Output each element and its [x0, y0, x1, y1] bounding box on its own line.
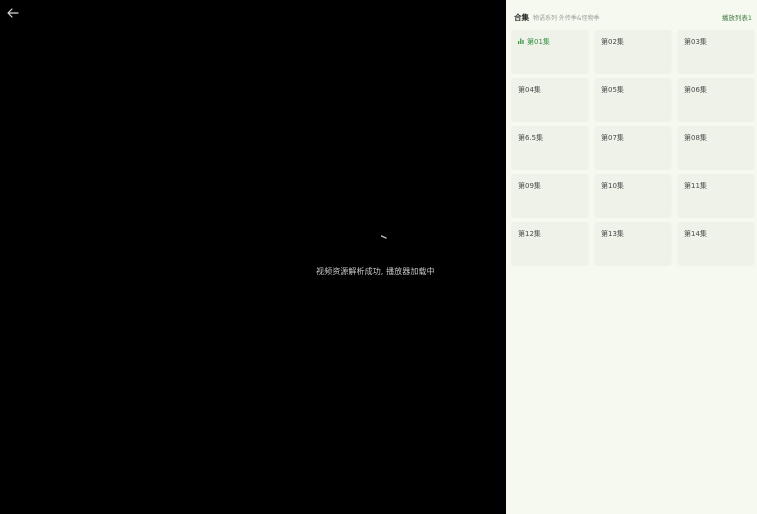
episode-item[interactable]: 第01集 [512, 30, 588, 72]
app-root: 视频资源解析成功, 播放器加载中 合集 物语系列 外传季&怪物季 播放列表1 第… [0, 0, 757, 514]
episode-label: 第05集 [601, 86, 624, 94]
episode-item[interactable]: 第10集 [595, 174, 671, 216]
arrow-left-icon [7, 8, 19, 18]
episode-item[interactable]: 第07集 [595, 126, 671, 168]
episode-label: 第06集 [684, 86, 707, 94]
episode-item[interactable]: 第03集 [678, 30, 754, 72]
episode-grid: 第01集 第02集 第03集第04集 第05集 第06集第6.5集 第07集 第08集第09… [512, 30, 754, 264]
episode-item[interactable]: 第05集 [595, 78, 671, 120]
video-player[interactable]: 视频资源解析成功, 播放器加载中 [0, 0, 506, 514]
panel-header: 合集 物语系列 外传季&怪物季 播放列表1 [514, 12, 752, 23]
back-button[interactable] [5, 5, 21, 21]
episode-item[interactable]: 第13集 [595, 222, 671, 264]
playlist-link[interactable]: 播放列表1 [722, 12, 752, 22]
episode-item[interactable]: 第04集 [512, 78, 588, 120]
playing-bars-icon [518, 38, 524, 44]
episode-label: 第04集 [518, 86, 541, 94]
episode-item[interactable]: 第11集 [678, 174, 754, 216]
panel-subtitle: 物语系列 外传季&怪物季 [533, 14, 600, 22]
episode-item[interactable]: 第6.5集 [512, 126, 588, 168]
loading-status-text: 视频资源解析成功, 播放器加载中 [316, 267, 435, 276]
episode-label: 第08集 [684, 134, 707, 142]
episode-label: 第09集 [518, 182, 541, 190]
episode-label: 第10集 [601, 182, 624, 190]
episode-item[interactable]: 第06集 [678, 78, 754, 120]
episode-label: 第07集 [601, 134, 624, 142]
episode-label: 第03集 [684, 38, 707, 46]
episode-label: 第11集 [684, 182, 707, 190]
episode-item[interactable]: 第14集 [678, 222, 754, 264]
episode-label: 第14集 [684, 230, 707, 238]
episode-item[interactable]: 第12集 [512, 222, 588, 264]
episode-label: 第6.5集 [518, 134, 544, 142]
panel-title: 合集 [514, 12, 529, 22]
episode-item[interactable]: 第09集 [512, 174, 588, 216]
episode-label: 第01集 [527, 38, 550, 46]
episode-panel: 合集 物语系列 外传季&怪物季 播放列表1 第01集 第02集 第03集 第04集 第0… [506, 0, 757, 514]
loading-spinner-icon [381, 235, 387, 239]
episode-label: 第02集 [601, 38, 624, 46]
episode-label: 第13集 [601, 230, 624, 238]
episode-item[interactable]: 第02集 [595, 30, 671, 72]
episode-item[interactable]: 第08集 [678, 126, 754, 168]
episode-label: 第12集 [518, 230, 541, 238]
